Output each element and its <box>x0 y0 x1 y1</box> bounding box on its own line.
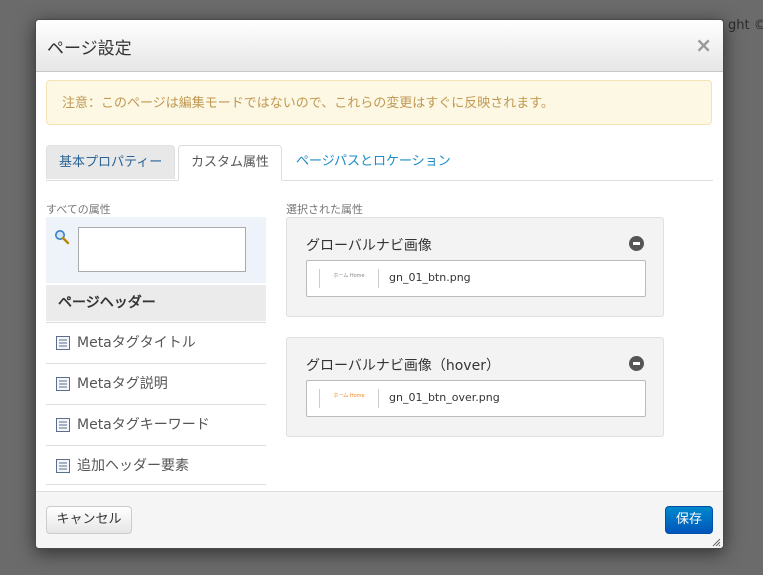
close-icon[interactable]: × <box>695 35 712 55</box>
group-header-page-header: ページヘッダー <box>46 285 266 321</box>
document-icon <box>56 418 70 432</box>
attribute-item-extra-header[interactable]: 追加ヘッダー要素 <box>46 445 266 485</box>
image-thumbnail: ホーム Home <box>319 269 379 288</box>
panel-title: グローバルナビ画像（hover） <box>306 358 500 374</box>
file-selector[interactable]: ホーム Home gn_01_btn.png <box>306 260 646 297</box>
dialog-header: ページ設定 × <box>36 20 723 72</box>
tab-bar: 基本プロパティー カスタム属性 ページパスとロケーション <box>46 145 713 181</box>
attribute-item-label: Metaタグタイトル <box>77 335 196 351</box>
resize-grip-icon[interactable] <box>711 537 721 547</box>
attribute-item-meta-title[interactable]: Metaタグタイトル <box>46 322 266 362</box>
document-icon <box>56 377 70 391</box>
save-button[interactable]: 保存 <box>665 506 713 534</box>
selected-attribute-panel-nav-image-hover: グローバルナビ画像（hover） ホーム Home gn_01_btn_over… <box>286 337 664 437</box>
tab-custom-attributes[interactable]: カスタム属性 <box>178 145 283 181</box>
attribute-item-label: Metaタグキーワード <box>77 417 210 433</box>
selected-attribute-panel-nav-image: グローバルナビ画像 ホーム Home gn_01_btn.png <box>286 217 664 317</box>
page-settings-dialog: ページ設定 × 注意：このページは編集モードではないので、これらの変更はすぐに反… <box>35 19 724 549</box>
attribute-search-input[interactable] <box>78 227 246 272</box>
tab-basic-properties[interactable]: 基本プロパティー <box>46 145 176 179</box>
document-icon <box>56 459 70 473</box>
file-name: gn_01_btn.png <box>389 271 471 284</box>
attribute-item-label: Metaタグ説明 <box>77 376 168 392</box>
panel-title: グローバルナビ画像 <box>306 238 432 254</box>
dialog-footer: キャンセル 保存 <box>36 491 723 548</box>
attribute-search-area <box>46 217 266 283</box>
cancel-button[interactable]: キャンセル <box>46 506 132 534</box>
attribute-item-meta-description[interactable]: Metaタグ説明 <box>46 363 266 403</box>
file-selector[interactable]: ホーム Home gn_01_btn_over.png <box>306 380 646 417</box>
all-attributes-list: ページヘッダー Metaタグタイトル Metaタグ説明 Metaタグキーワード <box>46 217 266 491</box>
tab-page-path-location[interactable]: ページパスとロケーション <box>284 145 463 179</box>
attribute-item-meta-keywords[interactable]: Metaタグキーワード <box>46 404 266 444</box>
image-thumbnail: ホーム Home <box>319 389 379 408</box>
selected-attributes-label: 選択された属性 <box>286 203 363 216</box>
document-icon <box>56 336 70 350</box>
search-icon <box>55 230 70 245</box>
all-attributes-label: すべての属性 <box>46 203 111 216</box>
remove-icon[interactable] <box>629 356 644 371</box>
remove-icon[interactable] <box>629 236 644 251</box>
dialog-title: ページ設定 <box>47 39 132 59</box>
attribute-item-label: 追加ヘッダー要素 <box>77 458 189 474</box>
file-name: gn_01_btn_over.png <box>389 391 500 404</box>
notice-alert: 注意：このページは編集モードではないので、これらの変更はすぐに反映されます。 <box>46 80 712 125</box>
background-copyright-text: ght © z <box>728 18 763 33</box>
